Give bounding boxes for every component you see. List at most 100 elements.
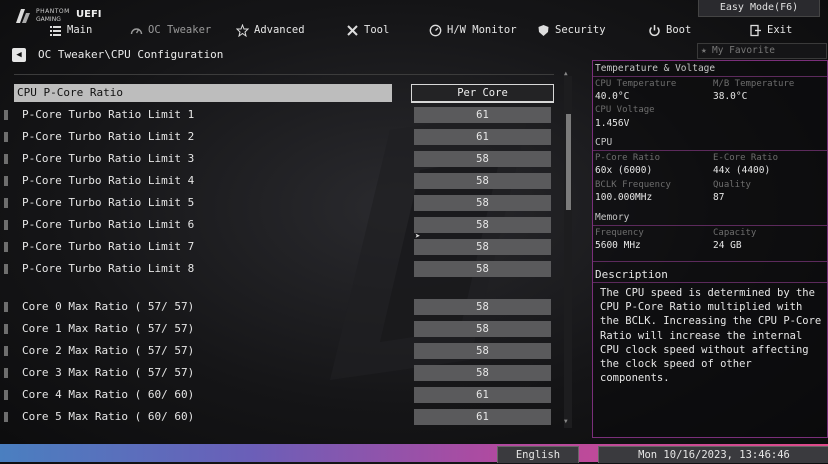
power-icon [649,24,660,36]
bclk-label: BCLK Frequency [595,180,671,190]
setting-row-cpu-p-core-ratio[interactable]: CPU P-Core Ratio Per Core [0,84,560,103]
tab-main[interactable]: Main [49,22,92,38]
panel-divider [593,261,827,262]
tools-icon [347,24,358,36]
setting-label: P-Core Turbo Ratio Limit 6 [22,218,195,231]
star-icon [236,23,249,37]
row-marker [4,412,8,422]
setting-label: P-Core Turbo Ratio Limit 7 [22,240,195,253]
setting-label: CPU P-Core Ratio [17,86,123,99]
shield-icon [538,24,549,36]
setting-value-input[interactable]: 61 [414,129,551,145]
star-icon: ★ [701,45,707,56]
setting-value-input[interactable]: 61 [414,409,551,425]
panel-divider [593,282,827,283]
setting-row[interactable]: P-Core Turbo Ratio Limit 5 58 [0,194,560,212]
setting-row[interactable]: Core 0 Max Ratio ( 57/ 57) 58 [0,298,560,316]
language-button[interactable]: English [497,446,579,463]
setting-row[interactable]: Core 2 Max Ratio ( 57/ 57) 58 [0,342,560,360]
back-button[interactable]: ◀ [12,48,26,62]
description-title: Description [595,268,668,281]
setting-label: Core 4 Max Ratio ( 60/ 60) [22,388,195,401]
setting-label: P-Core Turbo Ratio Limit 3 [22,152,195,165]
info-panel: Temperature & Voltage CPU Temperature M/… [592,60,828,438]
e-core-ratio-label: E-Core Ratio [713,153,779,163]
setting-label: Core 2 Max Ratio ( 57/ 57) [22,344,195,357]
scrollbar-thumb[interactable] [566,114,571,210]
setting-value-input[interactable]: 58 [414,151,551,167]
setting-row[interactable]: P-Core Turbo Ratio Limit 6 58 [0,216,560,234]
setting-value-input[interactable]: 58 [414,239,551,255]
setting-value-input[interactable]: 58 [414,217,551,233]
setting-row[interactable]: P-Core Turbo Ratio Limit 7 58 [0,238,560,256]
p-core-ratio-value: 60x (6000) [595,165,653,176]
setting-value-input[interactable]: 61 [414,387,551,403]
tab-security[interactable]: Security [537,22,606,38]
setting-label: Core 5 Max Ratio ( 60/ 60) [22,410,195,423]
setting-row[interactable]: P-Core Turbo Ratio Limit 2 61 [0,128,560,146]
my-favorite-button[interactable]: ★ My Favorite [697,43,827,59]
row-marker [4,242,8,252]
setting-value-dropdown[interactable]: Per Core [411,84,554,103]
bclk-value: 100.000MHz [595,192,653,203]
setting-value-input[interactable]: 58 [414,321,551,337]
easy-mode-button[interactable]: Easy Mode(F6) [698,0,820,17]
tab-oc-tweaker-label: OC Tweaker [148,24,212,36]
setting-value-input[interactable]: 58 [414,173,551,189]
setting-value-input[interactable]: 58 [414,343,551,359]
setting-row[interactable]: P-Core Turbo Ratio Limit 8 58 [0,260,560,278]
row-marker [4,132,8,142]
cpu-voltage-value: 1.456V [595,118,630,129]
setting-value-input[interactable]: 58 [414,261,551,277]
tab-advanced[interactable]: Advanced [236,22,305,38]
tab-tool[interactable]: Tool [346,22,389,38]
mb-temp-value: 38.0°C [713,91,748,102]
setting-row[interactable]: Core 1 Max Ratio ( 57/ 57) 58 [0,320,560,338]
setting-value-input[interactable]: 61 [414,107,551,123]
chevron-left-icon: ◀ [16,50,22,60]
temp-voltage-heading: Temperature & Voltage [595,63,716,74]
setting-row[interactable]: P-Core Turbo Ratio Limit 3 58 [0,150,560,168]
setting-row[interactable]: Core 3 Max Ratio ( 57/ 57) 58 [0,364,560,382]
memory-heading: Memory [595,212,630,223]
tab-exit[interactable]: Exit [749,22,792,38]
tab-exit-label: Exit [767,24,793,36]
tab-boot[interactable]: Boot [648,22,691,38]
phantom-logo-icon [16,9,30,23]
scroll-down-arrow-icon[interactable]: ▼ [564,418,568,425]
tab-advanced-label: Advanced [254,24,305,36]
panel-divider [593,150,827,151]
setting-value-input[interactable]: 58 [414,299,551,315]
setting-row[interactable]: Core 4 Max Ratio ( 60/ 60) 61 [0,386,560,404]
row-marker [4,176,8,186]
setting-row[interactable]: P-Core Turbo Ratio Limit 1 61 [0,106,560,124]
mouse-cursor-icon: ➤ [415,232,421,242]
row-marker [4,346,8,356]
setting-label: Core 0 Max Ratio ( 57/ 57) [22,300,195,313]
setting-row[interactable]: P-Core Turbo Ratio Limit 4 58 [0,172,560,190]
setting-label: P-Core Turbo Ratio Limit 4 [22,174,195,187]
my-favorite-label: My Favorite [712,45,775,56]
uefi-label: UEFI [76,9,102,20]
tab-main-label: Main [67,24,93,36]
scroll-up-arrow-icon[interactable]: ▲ [564,70,568,77]
setting-label: Core 3 Max Ratio ( 57/ 57) [22,366,195,379]
row-marker [4,198,8,208]
cpu-voltage-label: CPU Voltage [595,105,655,115]
e-core-ratio-value: 44x (4400) [713,165,771,176]
tab-tool-label: Tool [364,24,390,36]
speedometer-icon [130,27,143,34]
row-marker [4,390,8,400]
datetime-display: Mon 10/16/2023, 13:46:46 [598,446,828,463]
setting-value-input[interactable]: 58 [414,365,551,381]
tab-hw-monitor[interactable]: H/W Monitor [429,22,517,38]
breadcrumb: OC Tweaker\CPU Configuration [38,48,224,61]
cpu-temp-label: CPU Temperature [595,79,677,89]
row-marker [4,324,8,334]
setting-value-input[interactable]: 58 [414,195,551,211]
setting-label: P-Core Turbo Ratio Limit 8 [22,262,195,275]
tab-oc-tweaker[interactable]: OC Tweaker [130,22,211,38]
setting-row[interactable]: Core 5 Max Ratio ( 60/ 60) 61 [0,408,560,426]
row-marker [4,154,8,164]
mb-temp-label: M/B Temperature [713,79,795,89]
